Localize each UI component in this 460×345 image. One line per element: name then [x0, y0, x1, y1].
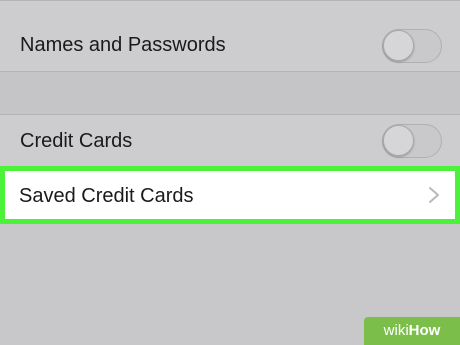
credit-cards-row[interactable]: Credit Cards: [0, 114, 460, 166]
watermark-wiki: wiki: [383, 322, 409, 339]
toggle-knob: [383, 30, 414, 61]
names-passwords-label: Names and Passwords: [20, 34, 226, 56]
wikihow-watermark: wikiHow: [364, 317, 460, 345]
chevron-right-icon: [429, 187, 439, 203]
highlight-box: Saved Credit Cards: [0, 166, 460, 224]
toggle-knob: [383, 125, 414, 156]
credit-cards-label: Credit Cards: [20, 130, 133, 152]
names-passwords-row[interactable]: Names and Passwords: [0, 0, 460, 72]
section-gap: [0, 72, 460, 114]
names-passwords-toggle[interactable]: [382, 29, 442, 63]
watermark-how: How: [408, 322, 441, 339]
credit-cards-toggle[interactable]: [382, 124, 442, 158]
settings-screen: Names and Passwords Credit Cards Saved C…: [0, 0, 460, 345]
saved-credit-cards-label: Saved Credit Cards: [19, 185, 194, 207]
saved-credit-cards-row[interactable]: Saved Credit Cards: [5, 171, 455, 219]
